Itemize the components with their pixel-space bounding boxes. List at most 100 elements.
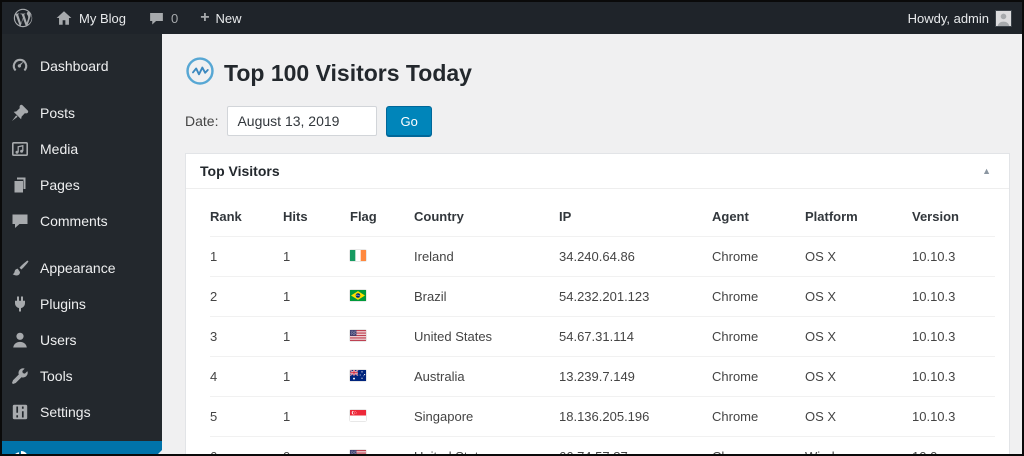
brush-icon [10,258,30,278]
admin-bar-account[interactable]: Howdy, admin [897,2,1022,34]
country-cell: United States [414,437,559,454]
sidebar-menu: Dashboard Posts Media Pages Comments Appearan… [2,34,162,454]
admin-bar-comments[interactable]: 0 [137,2,189,34]
column-header-rank: Rank [210,194,283,237]
panel-title: Top Visitors [200,163,280,179]
platform-cell: Windows [805,437,912,454]
plugin-icon [10,294,30,314]
pages-icon [10,175,30,195]
agent-cell: Chrome [712,437,805,454]
agent-cell: Chrome [712,356,805,397]
sidebar-item-posts[interactable]: Posts [2,95,162,131]
column-header-flag: Flag [350,194,414,237]
hits-cell: 1 [283,396,350,437]
platform-cell: OS X [805,356,912,397]
admin-bar-right: Howdy, admin [897,2,1022,34]
rank-cell: 6 [210,437,283,454]
sidebar-item-pages[interactable]: Pages [2,167,162,203]
table-row: 60 United States66.74.57.87ChromeWindows1… [210,437,995,454]
ireland-flag-icon [350,250,366,261]
sidebar-item-statistics[interactable]: Statistics [2,441,162,454]
admin-bar-left: My Blog 0 + New [2,2,253,34]
pushpin-icon [10,103,30,123]
wp-logo-menu[interactable] [2,2,44,34]
singapore-flag-icon [350,410,366,421]
ip-cell: 34.240.64.86 [559,236,712,277]
platform-cell: OS X [805,276,912,317]
version-cell: 10.10.3 [912,396,995,437]
sidebar-item-label: Settings [40,404,91,420]
comment-icon [10,211,30,231]
wordpress-logo-icon [13,8,33,28]
sidebar-item-label: Statistics [40,450,96,454]
flag-cell [350,437,414,454]
platform-cell: OS X [805,396,912,437]
column-header-ip: IP [559,194,712,237]
site-name: My Blog [79,10,126,26]
ip-cell: 66.74.57.87 [559,437,712,454]
top-visitors-panel: Top Visitors ▲ Rank Hits Flag Country IP Agen… [185,153,1010,454]
ip-cell: 54.232.201.123 [559,276,712,317]
rank-cell: 2 [210,276,283,317]
agent-cell: Chrome [712,236,805,277]
go-button[interactable]: Go [386,106,432,136]
platform-cell: OS X [805,316,912,357]
table-row: 4 1 Australia 13.239.7.149 Chrome OS X 10.10.3 [210,356,995,397]
country-cell: Ireland [414,236,559,277]
sidebar-item-dashboard[interactable]: Dashboard [2,48,162,84]
visitors-table: Rank Hits Flag Country IP Agent Platform Versio… [210,194,995,454]
united-states-flag-icon [350,450,366,454]
admin-bar-site-menu[interactable]: My Blog [44,2,137,34]
sidebar-item-appearance[interactable]: Appearance [2,250,162,286]
ip-cell: 13.239.7.149 [559,356,712,397]
sidebar-item-label: Dashboard [40,58,109,74]
sidebar-item-media[interactable]: Media [2,131,162,167]
rank-cell: 5 [210,396,283,437]
flag-cell [350,236,414,277]
hits-cell: 1 [283,356,350,397]
dashboard-icon [10,56,30,76]
comments-count: 0 [170,10,179,26]
new-label: New [215,10,242,26]
agent-cell: Chrome [712,316,805,357]
avatar [995,9,1012,27]
media-icon [10,139,30,159]
date-input[interactable] [227,106,378,136]
sidebar-item-label: Appearance [40,260,116,276]
admin-body: Dashboard Posts Media Pages Comments Appearan… [2,34,1022,454]
sidebar-item-comments[interactable]: Comments [2,203,162,239]
united-states-flag-icon [350,330,366,341]
rank-cell: 3 [210,316,283,357]
table-header-row: Rank Hits Flag Country IP Agent Platform Versio… [210,194,995,237]
brazil-flag-icon [350,290,366,301]
sidebar-item-label: Comments [40,213,108,229]
sidebar-item-settings[interactable]: Settings [2,394,162,430]
visitors-table-body: 1 1 Ireland 34.240.64.86 Chrome OS X 10.10.3 2 1… [210,236,995,454]
sidebar-item-label: Tools [40,368,73,384]
browser-viewport: My Blog 0 + New Howdy, admin Dashboard P… [0,0,1024,456]
table-row: 2 1 Brazil 54.232.201.123 Chrome OS X 10.10.3 [210,276,995,317]
version-cell: 10.10.3 [912,316,995,357]
plus-icon: + [200,9,210,26]
admin-bar-new[interactable]: + New [189,2,252,34]
user-icon [10,330,30,350]
sidebar-item-tools[interactable]: Tools [2,358,162,394]
hits-cell: 0 [283,437,350,454]
column-header-hits: Hits [283,194,350,237]
flag-cell [350,316,414,357]
page-title-row: Top 100 Visitors Today [185,56,1010,91]
flag-cell [350,396,414,437]
rank-cell: 1 [210,236,283,277]
settings-icon [10,402,30,422]
sidebar-item-plugins[interactable]: Plugins [2,286,162,322]
country-cell: Singapore [414,396,559,437]
agent-cell: Chrome [712,276,805,317]
hits-cell: 1 [283,276,350,317]
country-cell: Australia [414,356,559,397]
home-icon [55,9,73,27]
sidebar-item-users[interactable]: Users [2,322,162,358]
collapse-toggle-icon[interactable]: ▲ [978,164,995,178]
comment-bubble-icon [148,10,165,27]
wp-admin-bar: My Blog 0 + New Howdy, admin [2,2,1022,34]
sidebar-item-label: Users [40,332,77,348]
